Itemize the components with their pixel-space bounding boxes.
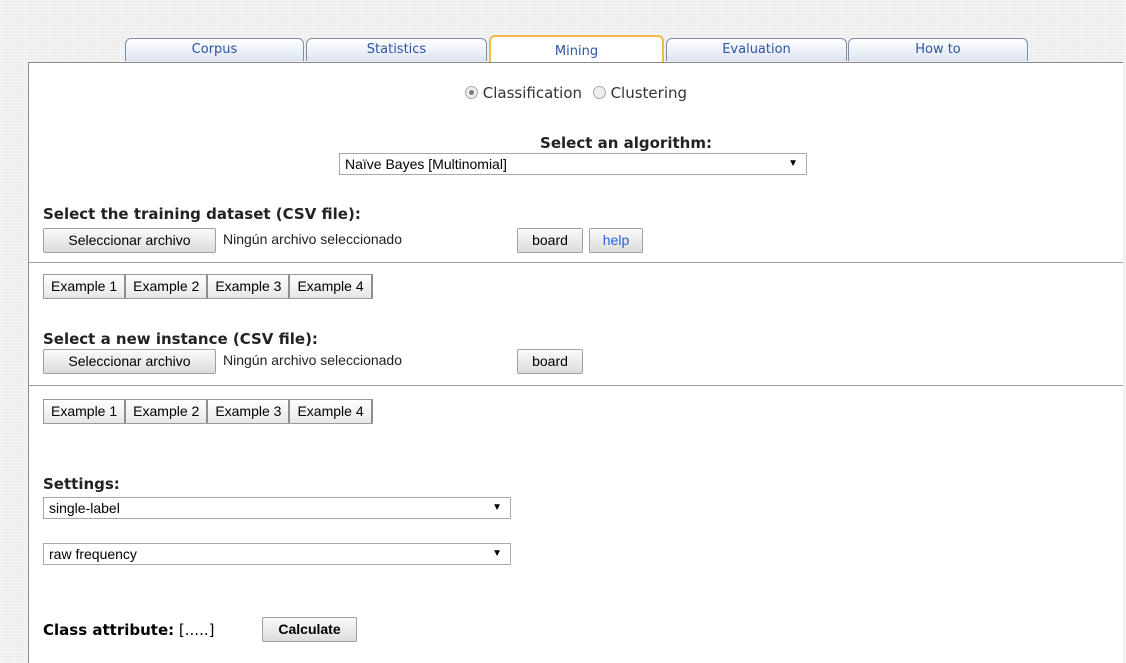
training-examples: Example 1 Example 2 Example 3 Example 4 (43, 274, 373, 299)
class-attribute-value: [.....] (178, 621, 215, 639)
instance-examples: Example 1 Example 2 Example 3 Example 4 (43, 399, 373, 424)
training-choose-file-button[interactable]: Seleccionar archivo (43, 228, 216, 253)
settings-heading: Settings: (43, 475, 120, 493)
training-example-1-button[interactable]: Example 1 (44, 275, 127, 298)
instance-choose-file-button[interactable]: Seleccionar archivo (43, 349, 216, 374)
tab-mining[interactable]: Mining (489, 35, 664, 62)
instance-example-4-button[interactable]: Example 4 (290, 400, 373, 423)
mining-panel: Classification Clustering Select an algo… (28, 62, 1123, 663)
instance-example-3-button[interactable]: Example 3 (208, 400, 291, 423)
class-attribute-row: Class attribute: [.....] (43, 621, 214, 639)
weighting-value: raw frequency (49, 546, 137, 562)
algorithm-select-value: Naïve Bayes [Multinomial] (345, 156, 507, 172)
label-mode-select[interactable]: single-label ▼ (43, 497, 511, 519)
instance-heading: Select a new instance (CSV file): (43, 330, 318, 348)
chevron-down-icon: ▼ (492, 548, 502, 559)
training-board-button[interactable]: board (517, 228, 583, 253)
calculate-button[interactable]: Calculate (262, 617, 357, 642)
instance-board-button[interactable]: board (517, 349, 583, 374)
chevron-down-icon: ▼ (788, 158, 798, 169)
chevron-down-icon: ▼ (492, 502, 502, 513)
classification-label: Classification (482, 84, 583, 102)
instance-file-status: Ningún archivo seleccionado (223, 352, 402, 368)
clustering-label: Clustering (610, 84, 688, 102)
instance-example-2-button[interactable]: Example 2 (126, 400, 209, 423)
classification-radio[interactable] (464, 86, 478, 99)
tab-evaluation[interactable]: Evaluation (666, 38, 847, 61)
clustering-radio[interactable] (592, 86, 606, 99)
training-file-status: Ningún archivo seleccionado (223, 231, 402, 247)
training-example-4-button[interactable]: Example 4 (290, 275, 373, 298)
tab-how-to[interactable]: How to (848, 38, 1028, 61)
tab-statistics[interactable]: Statistics (306, 38, 487, 61)
instance-example-1-button[interactable]: Example 1 (44, 400, 127, 423)
training-divider (29, 262, 1123, 263)
training-example-2-button[interactable]: Example 2 (126, 275, 209, 298)
training-heading: Select the training dataset (CSV file): (43, 205, 361, 223)
weighting-select[interactable]: raw frequency ▼ (43, 543, 511, 565)
mode-selector: Classification Clustering (29, 84, 1123, 102)
training-example-3-button[interactable]: Example 3 (208, 275, 291, 298)
algorithm-select[interactable]: Naïve Bayes [Multinomial] ▼ (339, 153, 807, 175)
label-mode-value: single-label (49, 500, 120, 516)
class-attribute-label: Class attribute: (43, 621, 175, 639)
algorithm-heading: Select an algorithm: (540, 134, 712, 152)
training-help-button[interactable]: help (589, 228, 643, 253)
tab-corpus[interactable]: Corpus (125, 38, 304, 61)
instance-divider (29, 385, 1123, 386)
